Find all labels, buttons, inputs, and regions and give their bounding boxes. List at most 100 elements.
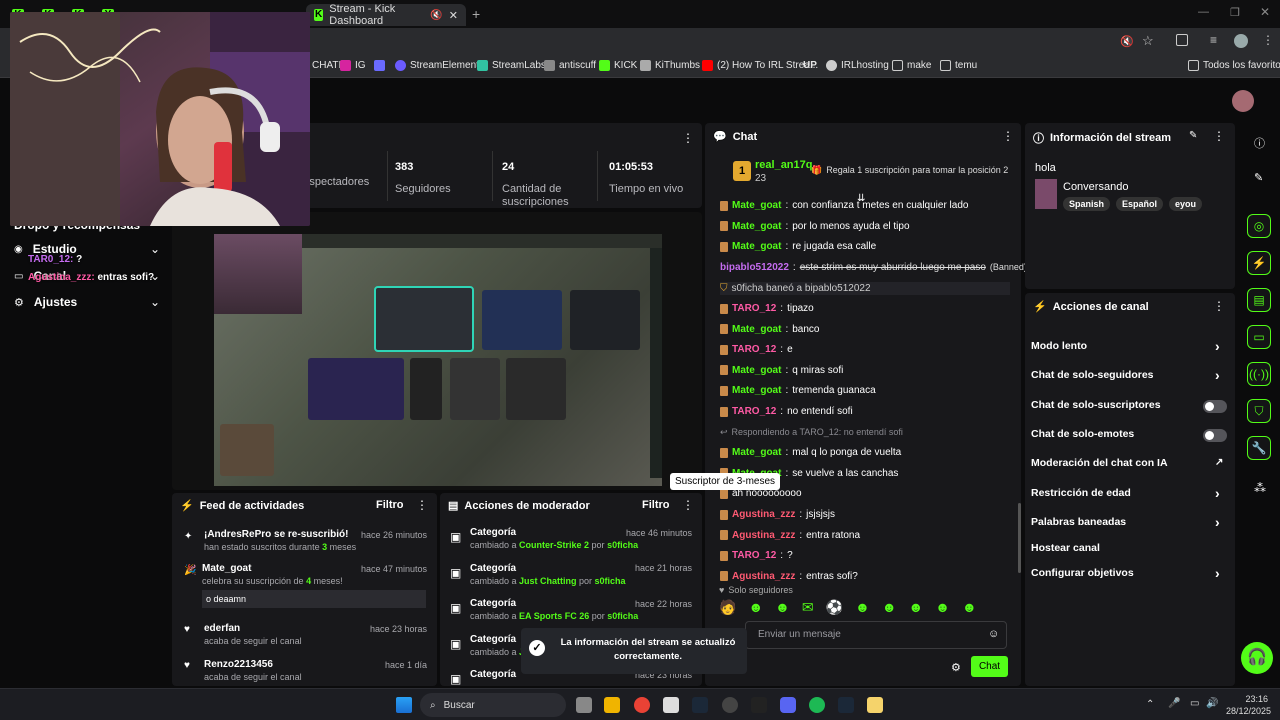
chevron-up-icon[interactable]: ⌃ (1146, 699, 1154, 710)
subscriber-badge-icon[interactable] (720, 571, 728, 582)
bookmark[interactable]: temu (940, 60, 977, 71)
filter-button[interactable]: Filtro (376, 499, 404, 511)
bookmark[interactable]: StreamElements (395, 60, 484, 71)
chat-username[interactable]: Mate_goat (732, 324, 781, 335)
bookmark[interactable] (374, 60, 389, 71)
channel-action-item[interactable]: Palabras baneadas › (1031, 514, 1227, 532)
subscriber-badge-icon[interactable] (720, 221, 728, 232)
sidebar-item-ajustes[interactable]: ⚙ Ajustes ⌄ (14, 295, 160, 309)
subscriber-badge-icon[interactable] (720, 365, 728, 376)
subscriber-badge-icon[interactable] (720, 550, 728, 561)
emote-icon[interactable]: ☻ (748, 599, 763, 616)
taskbar-search[interactable]: ⌕ Buscar (420, 693, 566, 717)
bookmark[interactable]: CHATI (312, 60, 341, 71)
bookmark[interactable]: make (892, 60, 931, 71)
channel-action-item[interactable]: Chat de solo-emotes (1031, 428, 1227, 444)
bookmark[interactable]: IRLhosting (826, 60, 889, 71)
emote-icon[interactable]: ⚽ (826, 599, 843, 616)
media-icon[interactable]: ≡ (1210, 33, 1217, 47)
chat-username[interactable]: Mate_goat (732, 365, 781, 376)
pencil-icon[interactable]: ✎ (1254, 171, 1263, 184)
stream-preview[interactable] (172, 212, 702, 490)
chat-username[interactable]: Mate_goat (732, 385, 781, 396)
wrench-icon[interactable]: 🔧 (1247, 436, 1271, 460)
volume-icon[interactable]: 🔊 (1206, 698, 1218, 709)
chat-username[interactable]: Agustina_zzz (732, 571, 795, 582)
chat-username[interactable]: TARO_12 (732, 406, 776, 417)
network-icon[interactable]: ▭ (1190, 698, 1199, 709)
channel-action-item[interactable]: Chat de solo-seguidores › (1031, 367, 1227, 385)
chat-username[interactable]: Agustina_zzz (732, 509, 795, 520)
channel-action-item[interactable]: Hostear canal (1031, 542, 1227, 558)
steam-icon[interactable] (692, 697, 708, 713)
subscriber-badge-icon[interactable] (720, 385, 728, 396)
subscriber-badge-icon[interactable] (720, 324, 728, 335)
subscriber-badge-icon[interactable] (720, 488, 728, 499)
headset-icon[interactable]: 🎧 (1241, 642, 1273, 674)
category-name[interactable]: Conversando (1063, 181, 1128, 193)
bookmark[interactable]: KICK (599, 60, 637, 71)
chat-username[interactable]: Mate_goat (732, 241, 781, 252)
tab-kick-dashboard[interactable]: K Stream - Kick Dashboard 🔇 ✕ (306, 3, 466, 27)
emote-icon[interactable]: ☻ (882, 599, 897, 616)
chat-scrollbar[interactable] (1018, 503, 1021, 573)
top-gifter-name[interactable]: real_an17q (755, 159, 812, 171)
channel-action-item[interactable]: Modo lento › (1031, 338, 1227, 356)
chat-username[interactable]: TARO_12 (732, 344, 776, 355)
bookmark[interactable]: IG (340, 60, 366, 71)
user-avatar[interactable] (1232, 90, 1254, 112)
more-options-icon[interactable]: ⋮ (682, 131, 694, 145)
spotify-icon[interactable] (809, 697, 825, 713)
group-icon[interactable]: ⁂ (1254, 481, 1266, 495)
chat-username[interactable]: Mate_goat (732, 200, 781, 211)
clock[interactable]: 23:16 28/12/2025 (1226, 693, 1271, 717)
bookmark[interactable]: StreamLabs (477, 60, 546, 71)
epic-games-icon[interactable] (751, 697, 767, 713)
emote-icon[interactable]: ☻ (935, 599, 950, 616)
bookmark[interactable]: (2) How To IRL Strea... (702, 60, 818, 71)
emote-icon[interactable]: ✉ (802, 599, 814, 616)
subscriber-badge-icon[interactable] (720, 200, 728, 211)
bookmark[interactable]: UP (803, 60, 817, 71)
chat-settings-icon[interactable]: ⚙ (951, 661, 961, 674)
chat-username[interactable]: Mate_goat (732, 221, 781, 232)
close-tab-icon[interactable]: ✕ (449, 9, 458, 22)
subscriber-badge-icon[interactable] (720, 241, 728, 252)
mute-site-icon[interactable]: 🔇 (1120, 35, 1134, 48)
subscriber-badge-icon[interactable] (720, 447, 728, 458)
all-bookmarks[interactable]: Todos los favoritos (1188, 60, 1280, 71)
channel-action-item[interactable]: Restricción de edad › (1031, 485, 1227, 503)
menu-icon[interactable]: ⋮ (1262, 33, 1274, 47)
minimize-icon[interactable]: — (1198, 6, 1209, 18)
chat-username[interactable]: TARO_12 (732, 550, 776, 561)
file-explorer-icon[interactable] (604, 697, 620, 713)
toggle-switch[interactable] (1203, 400, 1227, 413)
channel-action-item[interactable]: Moderación del chat con IA ↗ (1031, 457, 1227, 473)
obs-icon[interactable] (722, 697, 738, 713)
app-icon[interactable] (867, 697, 883, 713)
chat-username[interactable]: Agustina_zzz (732, 530, 795, 541)
bookmark[interactable]: KiThumbs (640, 60, 700, 71)
more-options-icon[interactable]: ⋮ (1213, 299, 1225, 313)
more-options-icon[interactable]: ⋮ (416, 498, 428, 512)
steam-icon[interactable] (838, 697, 854, 713)
emote-icon[interactable]: ☻ (909, 599, 924, 616)
extensions-icon[interactable] (1176, 34, 1188, 46)
emoji-icon[interactable]: ☺ (988, 628, 999, 640)
discord-icon[interactable] (780, 697, 796, 713)
info-icon[interactable]: ⓘ (1254, 135, 1265, 151)
task-view-icon[interactable] (576, 697, 592, 713)
chat-username[interactable]: Mate_goat (732, 447, 781, 458)
new-tab-icon[interactable]: + (472, 6, 480, 22)
tag[interactable]: eyou (1169, 197, 1203, 211)
chrome-icon[interactable] (634, 697, 650, 713)
mute-tab-icon[interactable]: 🔇 (430, 10, 442, 21)
bolt-icon[interactable]: ⚡ (1247, 251, 1271, 275)
emote-icon[interactable]: ☻ (855, 599, 870, 616)
close-window-icon[interactable]: ✕ (1260, 5, 1270, 19)
chat-username[interactable]: TARO_12 (732, 303, 776, 314)
chat-icon[interactable]: ▭ (1247, 325, 1271, 349)
edit-icon[interactable]: ✎ (1189, 130, 1197, 141)
broadcast-icon[interactable]: ((·)) (1247, 362, 1271, 386)
chat-username[interactable]: bipablo512022 (720, 262, 789, 273)
